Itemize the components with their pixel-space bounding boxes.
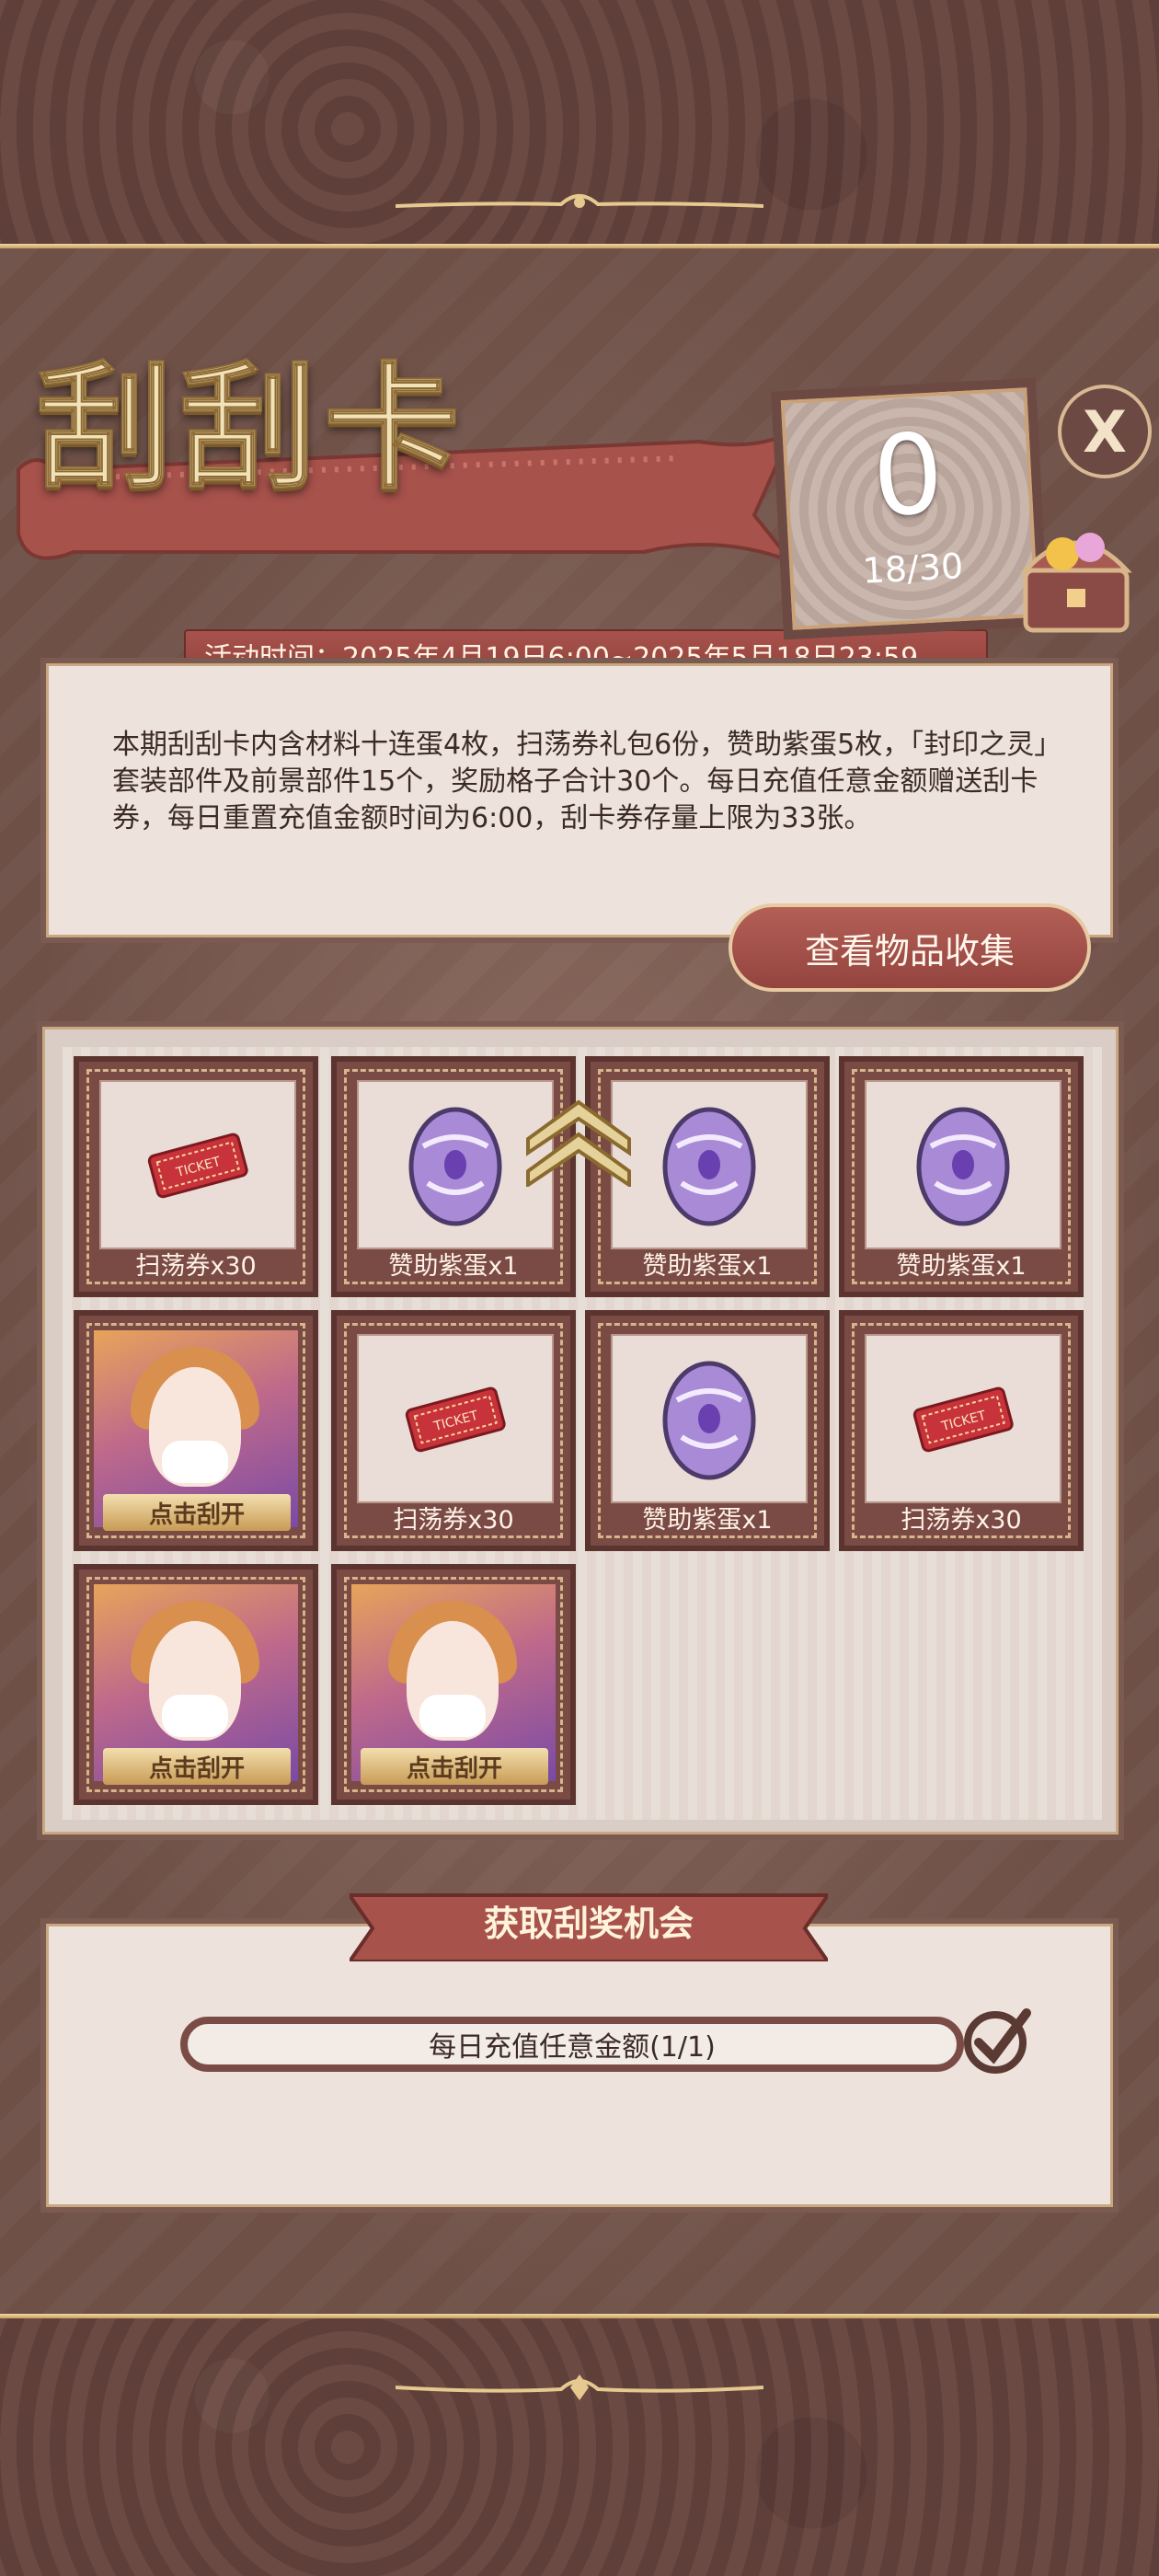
scroll-up-chevron-icon[interactable] <box>519 1084 638 1187</box>
scratch-card[interactable]: TICKET 扫荡券x30 <box>74 1056 318 1297</box>
close-button[interactable]: X <box>1058 385 1152 478</box>
reward-label: 扫荡券x30 <box>393 1506 514 1535</box>
scratch-open-label: 点击刮开 <box>103 1494 291 1531</box>
reward-label: 赞助紫蛋x1 <box>642 1252 773 1281</box>
close-icon: X <box>1083 397 1127 466</box>
reward-image <box>865 1080 1061 1249</box>
progress-count: 18/30 <box>861 546 965 592</box>
scratch-card[interactable]: 赞助紫蛋x1 <box>585 1310 830 1551</box>
page-title: 刮刮卡 <box>36 347 467 509</box>
sweep-ticket-icon: TICKET <box>405 1386 506 1453</box>
reward-label: 扫荡券x30 <box>135 1252 257 1281</box>
sweep-ticket-icon: TICKET <box>147 1133 248 1199</box>
check-icon <box>964 2008 1031 2074</box>
purple-egg-icon <box>662 1107 756 1226</box>
opportunity-title: 获取刮奖机会 <box>483 1903 694 1944</box>
bottom-ornament <box>396 2375 763 2400</box>
view-collection-button[interactable]: 查看物品收集 <box>729 903 1091 992</box>
scratch-card[interactable]: 点击刮开 <box>74 1564 318 1805</box>
reward-label: 赞助紫蛋x1 <box>896 1252 1027 1281</box>
scratch-counter-stamp: 0 18/30 <box>771 377 1049 640</box>
view-collection-label: 查看物品收集 <box>804 930 1015 972</box>
scratch-open-label: 点击刮开 <box>103 1748 291 1785</box>
purple-egg-icon <box>916 1107 1010 1226</box>
reward-image <box>611 1334 808 1503</box>
scratch-card[interactable]: 点击刮开 <box>74 1310 318 1551</box>
reward-image: TICKET <box>99 1080 296 1249</box>
purple-egg-icon <box>662 1361 756 1480</box>
daily-recharge-task: 每日充值任意金额(1/1) <box>180 2017 964 2072</box>
description-text: 本期刮刮卡内含材料十连蛋4枚，扫荡券礼包6份，赞助紫蛋5枚，「封印之灵」套装部件… <box>112 729 1062 834</box>
purple-egg-icon <box>408 1107 502 1226</box>
reward-image <box>611 1080 808 1249</box>
treasure-chest-icon <box>1020 533 1132 633</box>
reward-label: 扫荡券x30 <box>901 1506 1022 1535</box>
scratch-open-label: 点击刮开 <box>361 1748 548 1785</box>
remaining-count: 0 <box>869 410 947 542</box>
bottom-background <box>0 2318 1159 2576</box>
top-ornament <box>396 194 763 208</box>
reward-label: 赞助紫蛋x1 <box>642 1506 773 1535</box>
reward-image: TICKET <box>865 1334 1061 1503</box>
sweep-ticket-icon: TICKET <box>912 1386 1014 1453</box>
scratch-card[interactable]: TICKET 扫荡券x30 <box>331 1310 576 1551</box>
task-label: 每日充值任意金额(1/1) <box>429 2031 716 2064</box>
reward-label: 赞助紫蛋x1 <box>388 1252 519 1281</box>
reward-image: TICKET <box>357 1334 554 1503</box>
scratch-card[interactable]: 点击刮开 <box>331 1564 576 1805</box>
scratch-card[interactable]: 赞助紫蛋x1 <box>839 1056 1084 1297</box>
scratch-card[interactable]: TICKET 扫荡券x30 <box>839 1310 1084 1551</box>
